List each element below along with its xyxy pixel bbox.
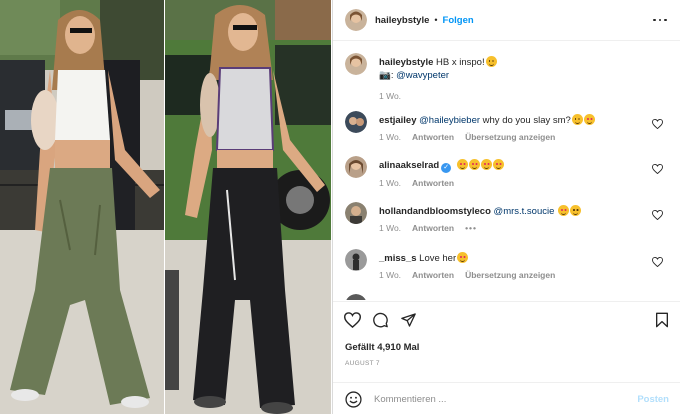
post-comment-button[interactable]: Posten: [637, 394, 669, 405]
author-avatar[interactable]: [345, 9, 367, 31]
caption-time[interactable]: 1 Wo.: [379, 90, 401, 103]
comment-meta: 1 Wo. Antworten: [379, 177, 649, 190]
wave-emoji-icon: [485, 56, 497, 67]
post-image[interactable]: [0, 0, 331, 414]
photo-green-cargo: [0, 0, 165, 414]
comments-list[interactable]: haileybstyle HB x inspo! 📷: @wavypeter 1…: [333, 42, 680, 300]
comment-meta: 1 Wo. Antworten Übersetzung anzeigen: [379, 131, 649, 144]
translate-button[interactable]: Übersetzung anzeigen: [465, 131, 555, 144]
heart-eyes-emoji-icon: [480, 159, 492, 170]
smiley-icon[interactable]: [345, 390, 362, 408]
heart-eyes-emoji-icon: [583, 114, 595, 125]
author-username[interactable]: haileybstyle: [375, 15, 429, 26]
separator-dot: •: [434, 15, 438, 25]
camera-credit-label: 📷:: [379, 70, 394, 81]
comment-text: why do you slay sm?: [482, 115, 571, 126]
comment-more-icon[interactable]: •••: [465, 222, 477, 235]
post-panel: haileybstyle • Folgen haileybstyle HB x …: [332, 0, 680, 414]
commenter-avatar[interactable]: [345, 156, 367, 178]
heart-icon[interactable]: [344, 312, 361, 328]
comment-meta: 1 Wo. Antworten Übersetzung anzeigen: [379, 269, 649, 282]
verified-badge-icon: ✓: [441, 163, 452, 173]
post-header: haileybstyle • Folgen: [333, 0, 680, 41]
post-actions: Gefällt 4,910 Mal AUGUST 7 Posten: [333, 301, 680, 414]
comment-username[interactable]: hollandandbloomstyleco: [379, 206, 491, 217]
comment-like-icon[interactable]: [652, 257, 663, 267]
reply-button[interactable]: Antworten: [412, 131, 454, 144]
comment-icon[interactable]: [372, 312, 389, 328]
comment-mention[interactable]: @mrs.t.soucie: [494, 206, 555, 217]
likes-count[interactable]: Gefällt 4,910 Mal: [345, 342, 419, 353]
translate-button[interactable]: Übersetzung anzeigen: [465, 269, 555, 282]
commenter-avatar[interactable]: [345, 249, 367, 271]
reply-button[interactable]: Antworten: [412, 222, 454, 235]
reply-button[interactable]: Antworten: [412, 177, 454, 190]
comment-time[interactable]: 1 Wo.: [379, 177, 401, 190]
post-date[interactable]: AUGUST 7: [345, 360, 380, 367]
comment-text: Love her: [419, 253, 457, 264]
comment-input[interactable]: [374, 393, 624, 405]
comment-mention[interactable]: @haileybieber: [419, 115, 480, 126]
caption-text: HB x inspo!: [436, 57, 485, 68]
comment-meta: 1 Wo. Antworten •••: [379, 222, 649, 235]
add-comment-bar: Posten: [333, 382, 680, 414]
caption-avatar[interactable]: [345, 53, 367, 75]
paper-plane-icon[interactable]: [400, 312, 417, 328]
commenter-avatar[interactable]: [345, 111, 367, 133]
caption-meta: 1 Wo.: [379, 90, 649, 103]
comment-like-icon[interactable]: [652, 119, 663, 129]
heart-eyes-emoji-icon: [456, 159, 468, 170]
comment-username[interactable]: estjailey: [379, 115, 417, 126]
more-options-icon[interactable]: [653, 14, 667, 26]
caption-username[interactable]: haileybstyle: [379, 57, 433, 68]
caption-mention[interactable]: @wavypeter: [396, 70, 449, 81]
laughing-emoji-icon: [570, 205, 582, 216]
heart-eyes-emoji-icon: [468, 159, 480, 170]
photo-black-pants: [165, 0, 331, 414]
crying-emoji-icon: [571, 114, 583, 125]
comment-like-icon[interactable]: [652, 164, 663, 174]
commenter-avatar[interactable]: [345, 294, 367, 300]
commenter-avatar[interactable]: [345, 202, 367, 224]
follow-button[interactable]: Folgen: [443, 15, 474, 26]
heart-eyes-emoji-icon: [457, 252, 469, 263]
comment-username[interactable]: _miss_s: [379, 253, 417, 264]
comment-time[interactable]: 1 Wo.: [379, 222, 401, 235]
heart-eyes-emoji-icon: [492, 159, 504, 170]
reply-button[interactable]: Antworten: [412, 269, 454, 282]
heart-eyes-emoji-icon: [558, 205, 570, 216]
comment-username[interactable]: alinaakselrad: [379, 160, 439, 171]
comment-time[interactable]: 1 Wo.: [379, 131, 401, 144]
bookmark-icon[interactable]: [655, 312, 669, 328]
comment-like-icon[interactable]: [652, 210, 663, 220]
comment-time[interactable]: 1 Wo.: [379, 269, 401, 282]
